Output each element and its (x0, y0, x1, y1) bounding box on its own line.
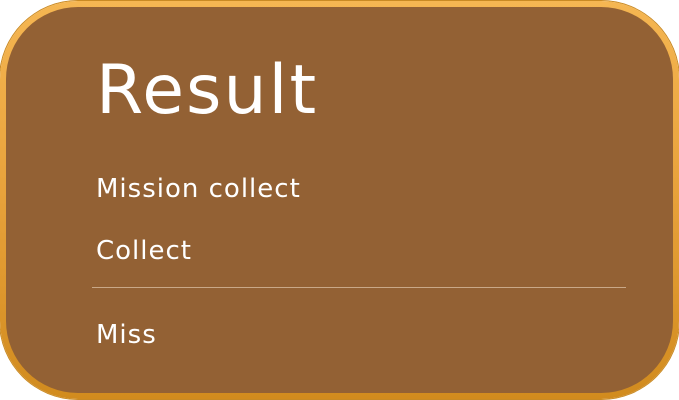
collect-label: Collect (96, 236, 192, 266)
result-panel-frame: Result Mission collect Collect Miss (0, 1, 679, 399)
miss-label: Miss (96, 320, 157, 350)
mission-collect-label: Mission collect (96, 174, 301, 204)
result-panel: Result Mission collect Collect Miss (6, 7, 673, 393)
result-title: Result (96, 51, 319, 130)
divider (92, 287, 626, 288)
